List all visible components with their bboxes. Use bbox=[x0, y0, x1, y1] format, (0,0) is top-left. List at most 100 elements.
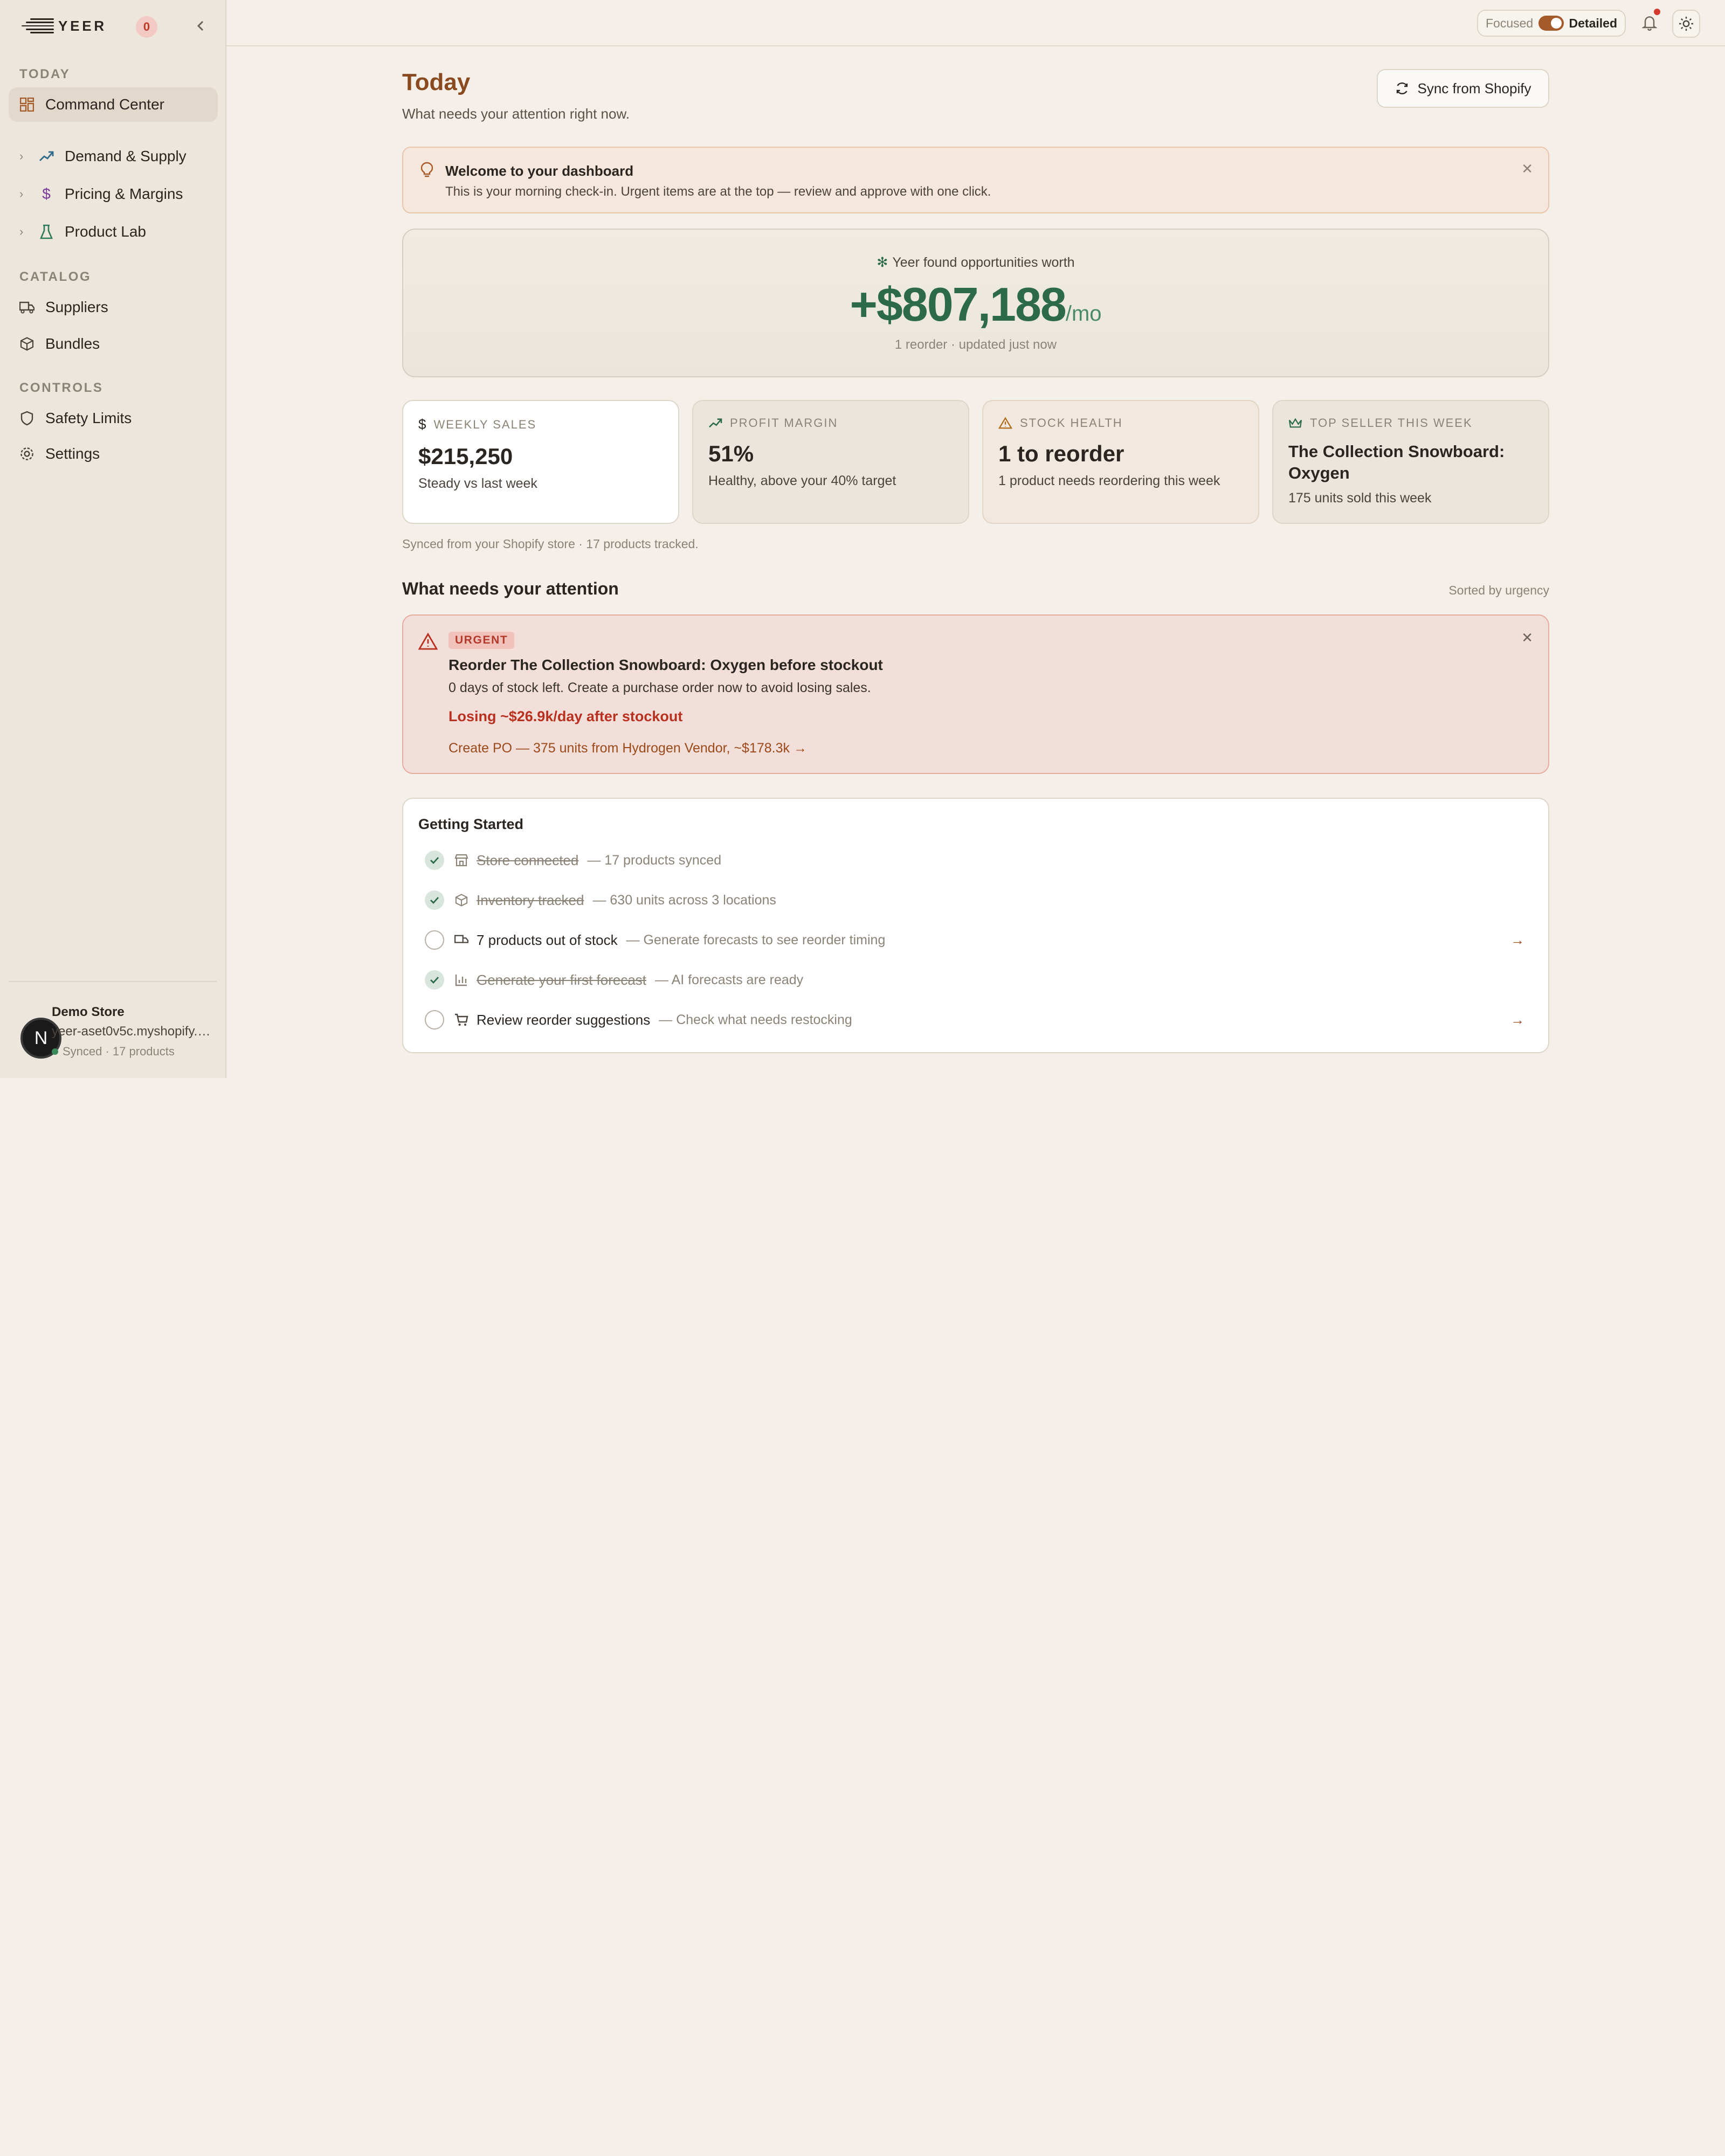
collapse-sidebar-button[interactable] bbox=[190, 15, 211, 37]
opportunities-label: Yeer found opportunities worth bbox=[892, 255, 1075, 270]
kpi-card-top-seller[interactable]: TOP SELLER THIS WEEK The Collection Snow… bbox=[1272, 400, 1549, 524]
sidebar-divider bbox=[9, 981, 217, 982]
kpi-card-stock-health[interactable]: STOCK HEALTH 1 to reorder 1 product need… bbox=[982, 400, 1259, 524]
sidebar-item-label: Safety Limits bbox=[45, 410, 132, 426]
empty-circle-icon bbox=[425, 1010, 444, 1029]
kpi-value: 51% bbox=[708, 441, 754, 466]
empty-circle-icon bbox=[425, 930, 444, 950]
notifications-button[interactable] bbox=[1639, 9, 1660, 33]
sidebar-item-settings[interactable]: Settings bbox=[9, 437, 218, 471]
dollar-icon: $ bbox=[42, 185, 51, 202]
sidebar-item-suppliers[interactable]: Suppliers bbox=[9, 290, 218, 324]
kpi-sub: 175 units sold this week bbox=[1288, 490, 1432, 506]
kpi-label: WEEKLY SALES bbox=[433, 417, 537, 431]
arrow-right-icon[interactable]: → bbox=[1510, 932, 1524, 949]
sidebar-item-label: Pricing & Margins bbox=[65, 185, 183, 202]
flask-icon bbox=[39, 224, 54, 239]
sidebar: YEER 0 TODAY Command Center › Demand & S… bbox=[0, 0, 226, 1078]
opportunities-suffix: /mo bbox=[1065, 302, 1102, 326]
brand-logo[interactable]: YEER bbox=[22, 18, 107, 34]
opportunities-value-row: +$807,188/mo bbox=[403, 277, 1548, 332]
kpi-sub: 1 product needs reordering this week bbox=[998, 473, 1220, 488]
trending-up-icon bbox=[709, 418, 722, 428]
step-label: Review reorder suggestions bbox=[477, 1011, 651, 1028]
mode-detailed-label: Detailed bbox=[1569, 16, 1617, 30]
step-out-of-stock[interactable]: 7 products out of stock — Generate forec… bbox=[425, 928, 1524, 952]
attention-title: What needs your attention bbox=[402, 579, 619, 598]
urgent-badge: URGENT bbox=[448, 632, 515, 649]
sidebar-item-product-lab[interactable]: › Product Lab bbox=[9, 215, 218, 249]
refresh-icon bbox=[1396, 82, 1407, 94]
welcome-title: Welcome to your dashboard bbox=[445, 163, 634, 179]
sorted-label: Sorted by urgency bbox=[1448, 583, 1549, 597]
sidebar-item-command-center[interactable]: Command Center bbox=[9, 87, 218, 122]
mode-focused-label: Focused bbox=[1486, 16, 1534, 30]
urgent-text: 0 days of stock left. Create a purchase … bbox=[448, 680, 871, 695]
step-label: Store connected bbox=[477, 852, 579, 868]
gear-icon bbox=[19, 446, 34, 461]
package-icon bbox=[454, 893, 469, 908]
kpi-sub: Steady vs last week bbox=[418, 476, 537, 491]
sidebar-item-label: Settings bbox=[45, 445, 100, 462]
page-subtitle: What needs your attention right now. bbox=[402, 106, 630, 122]
dismiss-alert-button[interactable]: ✕ bbox=[1521, 630, 1533, 646]
sun-icon bbox=[1679, 17, 1693, 31]
package-icon bbox=[19, 336, 34, 351]
step-label: Inventory tracked bbox=[477, 892, 584, 908]
notification-dot bbox=[1654, 9, 1660, 15]
page-title: Today bbox=[402, 69, 471, 95]
notification-count-badge[interactable]: 0 bbox=[136, 16, 157, 38]
sync-button-label: Sync from Shopify bbox=[1417, 80, 1531, 96]
step-label: 7 products out of stock bbox=[477, 931, 618, 948]
store-icon bbox=[454, 853, 469, 868]
chevron-right-icon: › bbox=[19, 187, 24, 201]
check-icon bbox=[425, 851, 444, 870]
step-store-connected: Store connected — 17 products synced bbox=[425, 848, 1524, 872]
lightbulb-icon bbox=[420, 162, 433, 182]
step-review-reorder[interactable]: Review reorder suggestions — Check what … bbox=[425, 1008, 1524, 1032]
grid-icon bbox=[19, 97, 34, 112]
close-welcome-button[interactable]: ✕ bbox=[1521, 161, 1533, 177]
kpi-card-weekly-sales[interactable]: $ WEEKLY SALES $215,250 Steady vs last we… bbox=[402, 400, 679, 524]
alert-triangle-icon bbox=[418, 632, 438, 654]
theme-toggle-button[interactable] bbox=[1672, 10, 1700, 38]
section-label-today: TODAY bbox=[19, 67, 71, 81]
getting-started-title: Getting Started bbox=[418, 816, 524, 832]
arrow-right-icon[interactable]: → bbox=[1510, 1012, 1524, 1028]
store-domain: yeer-aset0v5c.myshopify.com bbox=[52, 1024, 213, 1039]
logo-mark-icon bbox=[22, 18, 54, 33]
sidebar-item-bundles[interactable]: Bundles bbox=[9, 327, 218, 361]
step-note: — 17 products synced bbox=[587, 852, 722, 868]
kpi-value: $215,250 bbox=[418, 444, 513, 469]
mode-switch[interactable] bbox=[1538, 16, 1564, 31]
opportunities-label-row: ✻ Yeer found opportunities worth bbox=[403, 254, 1548, 271]
sidebar-item-demand-supply[interactable]: › Demand & Supply bbox=[9, 139, 218, 174]
top-bar: Focused Detailed bbox=[226, 0, 1725, 46]
urgent-title: Reorder The Collection Snowboard: Oxygen… bbox=[448, 657, 883, 673]
trending-up-icon bbox=[39, 149, 54, 164]
cart-icon bbox=[454, 1012, 469, 1027]
section-label-controls: CONTROLS bbox=[19, 381, 104, 395]
chevron-left-icon bbox=[197, 20, 204, 31]
create-po-link[interactable]: Create PO — 375 units from Hydrogen Vend… bbox=[448, 741, 807, 756]
truck-icon bbox=[19, 300, 34, 315]
opportunities-value: +$807,188 bbox=[850, 278, 1066, 331]
kpi-value: 1 to reorder bbox=[998, 441, 1124, 466]
urgent-loss: Losing ~$26.9k/day after stockout bbox=[448, 708, 683, 724]
check-icon bbox=[425, 970, 444, 990]
step-inventory-tracked: Inventory tracked — 630 units across 3 l… bbox=[425, 888, 1524, 912]
sidebar-item-safety-limits[interactable]: Safety Limits bbox=[9, 401, 218, 436]
step-note: — Check what needs restocking bbox=[659, 1012, 852, 1027]
opportunities-panel: ✻ Yeer found opportunities worth +$807,18… bbox=[402, 229, 1549, 377]
kpi-cards: $ WEEKLY SALES $215,250 Steady vs last we… bbox=[402, 400, 1549, 524]
view-mode-toggle[interactable]: Focused Detailed bbox=[1477, 10, 1626, 37]
dollar-icon: $ bbox=[418, 416, 426, 432]
step-note: — 630 units across 3 locations bbox=[592, 892, 776, 908]
check-icon bbox=[425, 890, 444, 910]
bell-icon bbox=[1642, 16, 1657, 31]
kpi-label: PROFIT MARGIN bbox=[730, 416, 838, 430]
sync-shopify-button[interactable]: Sync from Shopify bbox=[1377, 69, 1549, 108]
kpi-card-profit-margin[interactable]: PROFIT MARGIN 51% Healthy, above your 40… bbox=[692, 400, 969, 524]
brand-name: YEER bbox=[58, 17, 107, 34]
sidebar-item-pricing-margins[interactable]: › $ Pricing & Margins bbox=[9, 177, 218, 211]
